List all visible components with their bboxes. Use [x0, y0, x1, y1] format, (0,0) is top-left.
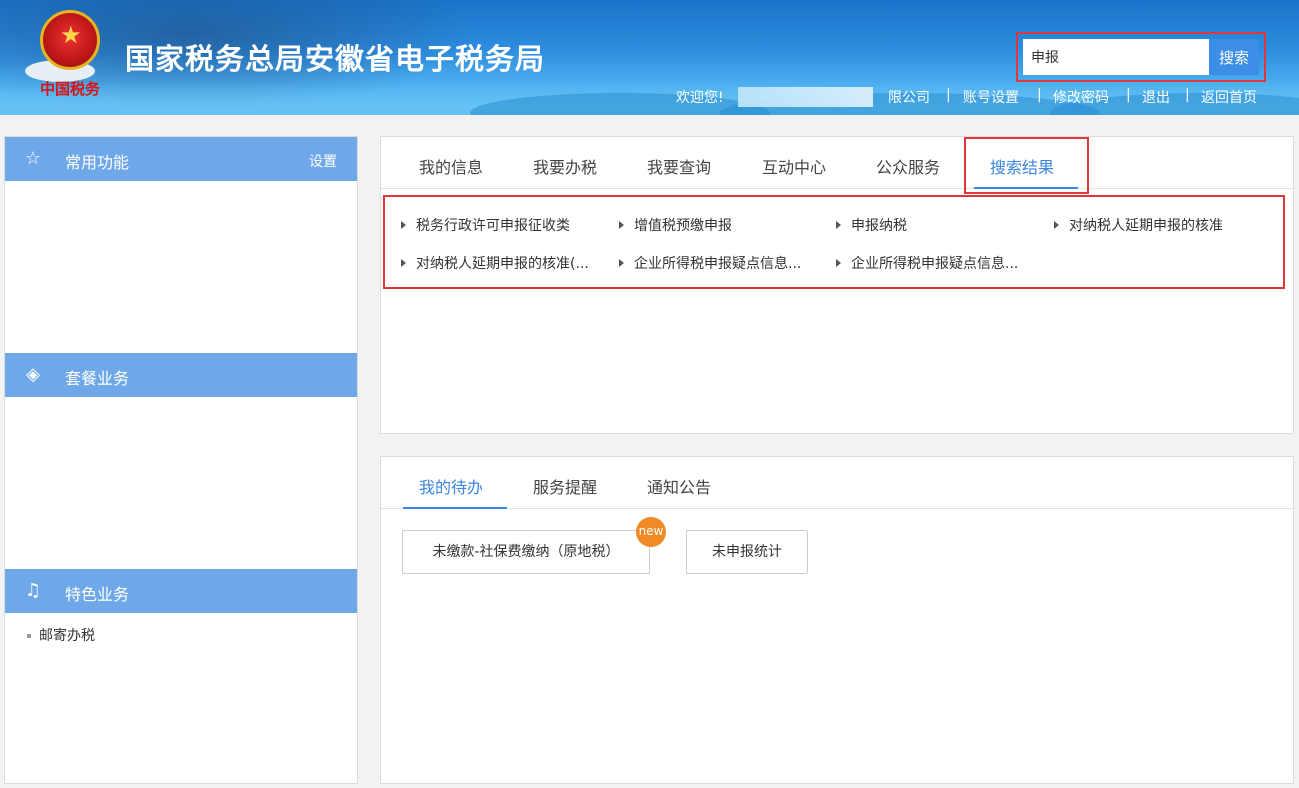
bullet-icon	[27, 634, 31, 638]
triangle-right-icon	[836, 221, 841, 229]
tab-notices[interactable]: 通知公告	[647, 474, 711, 498]
sidebar-item-mail-tax[interactable]: 邮寄办税	[27, 625, 95, 645]
company-suffix: 限公司	[888, 90, 930, 106]
account-settings-link[interactable]: 账号设置	[963, 87, 1019, 107]
result-item[interactable]: 对纳税人延期申报的核准(...	[401, 253, 589, 273]
search-button[interactable]: 搜索	[1209, 39, 1259, 75]
tax-emblem-icon: ★	[40, 10, 100, 70]
site-header: ★ 中国税务 国家税务总局安徽省电子税务局 搜索 欢迎您! 限公司 | 账号设置…	[0, 0, 1299, 115]
emblem-text: 中国税务	[40, 80, 101, 98]
link-separator: |	[946, 87, 951, 103]
link-separator: |	[1185, 87, 1190, 103]
site-title: 国家税务总局安徽省电子税务局	[125, 42, 546, 76]
link-separator: |	[1037, 87, 1042, 103]
welcome-text: 欢迎您!	[676, 90, 724, 106]
result-item[interactable]: 对纳税人延期申报的核准	[1054, 215, 1223, 235]
sidebar-section-label: 常用功能	[65, 153, 130, 172]
change-password-link[interactable]: 修改密码	[1053, 87, 1109, 107]
tab-service-reminder[interactable]: 服务提醒	[533, 474, 597, 498]
services-tabs: 我的信息 我要办税 我要查询 互动中心 公众服务 搜索结果	[381, 137, 1293, 189]
triangle-right-icon	[401, 221, 406, 229]
tab-query[interactable]: 我要查询	[647, 154, 711, 178]
result-item[interactable]: 申报纳税	[836, 215, 907, 235]
user-links: 欢迎您! 限公司 | 账号设置 | 修改密码 | 退出 | 返回首页	[676, 87, 1276, 109]
result-item[interactable]: 企业所得税申报疑点信息...	[836, 253, 1018, 273]
home-link[interactable]: 返回首页	[1201, 87, 1257, 107]
search-results-box: 税务行政许可申报征收类 增值税预缴申报 申报纳税 对纳税人延期申报的核准 对纳税…	[383, 195, 1285, 289]
result-item[interactable]: 增值税预缴申报	[619, 215, 732, 235]
logout-link[interactable]: 退出	[1142, 87, 1170, 107]
result-item[interactable]: 税务行政许可申报征收类	[401, 215, 570, 235]
tab-highlight-box	[964, 137, 1089, 194]
services-panel: 我的信息 我要办税 我要查询 互动中心 公众服务 搜索结果 税务行政许可申报征收…	[380, 136, 1294, 434]
link-separator: |	[1126, 87, 1131, 103]
tab-my-info[interactable]: 我的信息	[419, 154, 483, 178]
sidebar-section-package[interactable]: ◈ 套餐业务	[5, 353, 357, 397]
unfiled-stats-button[interactable]: 未申报统计	[686, 530, 808, 574]
sidebar-section-special[interactable]: ♫ 特色业务	[5, 569, 357, 613]
sidebar-section-label: 特色业务	[65, 585, 130, 604]
sidebar-section-label: 套餐业务	[65, 369, 130, 388]
unpaid-social-fee-button[interactable]: 未缴款-社保费缴纳（原地税）	[402, 530, 650, 574]
triangle-right-icon	[619, 221, 624, 229]
layers-icon: ◈	[26, 364, 40, 385]
tab-public-service[interactable]: 公众服务	[876, 154, 940, 178]
tab-my-todo[interactable]: 我的待办	[419, 474, 483, 498]
search-input[interactable]	[1023, 39, 1209, 75]
triangle-right-icon	[619, 259, 624, 267]
search-box: 搜索	[1016, 32, 1266, 82]
triangle-right-icon	[836, 259, 841, 267]
result-item[interactable]: 企业所得税申报疑点信息...	[619, 253, 801, 273]
settings-link[interactable]: 设置	[309, 151, 337, 171]
active-tab-indicator	[403, 507, 507, 509]
triangle-right-icon	[401, 259, 406, 267]
bell-icon: ♫	[24, 580, 42, 601]
triangle-right-icon	[1054, 221, 1059, 229]
sidebar-item-label: 邮寄办税	[39, 628, 95, 644]
sidebar-section-common: ☆ 常用功能 设置	[5, 137, 357, 181]
sidebar: ☆ 常用功能 设置 ◈ 套餐业务 ♫ 特色业务 邮寄办税	[4, 136, 358, 784]
todo-panel: 我的待办 服务提醒 通知公告 未缴款-社保费缴纳（原地税） new 未申报统计	[380, 456, 1294, 784]
user-name-mask	[738, 87, 873, 107]
new-badge: new	[636, 517, 666, 547]
tab-interaction[interactable]: 互动中心	[762, 154, 826, 178]
todo-tabs: 我的待办 服务提醒 通知公告	[381, 457, 1293, 509]
tab-handle-tax[interactable]: 我要办税	[533, 154, 597, 178]
star-outline-icon: ☆	[24, 148, 42, 169]
